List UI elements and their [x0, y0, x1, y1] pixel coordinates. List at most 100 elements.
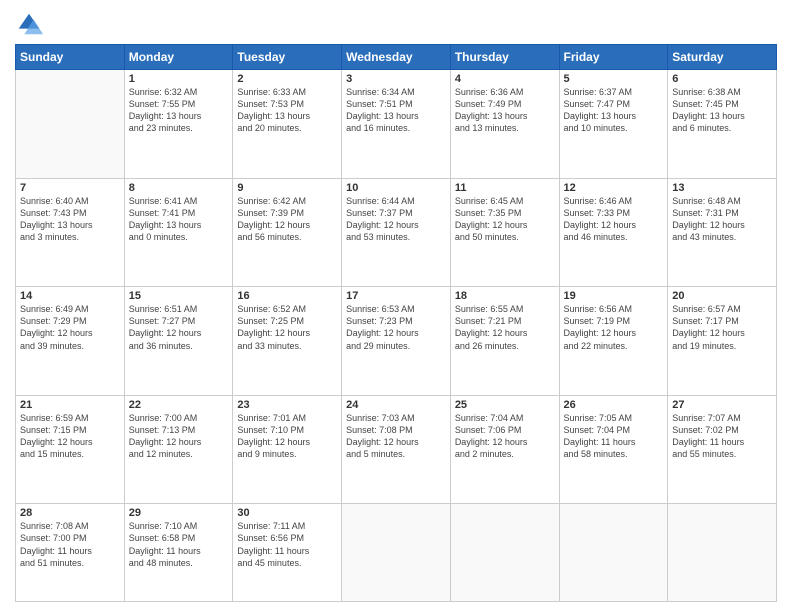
- calendar-cell: 7Sunrise: 6:40 AM Sunset: 7:43 PM Daylig…: [16, 178, 125, 287]
- page: SundayMondayTuesdayWednesdayThursdayFrid…: [0, 0, 792, 612]
- day-info: Sunrise: 6:42 AM Sunset: 7:39 PM Dayligh…: [237, 195, 337, 244]
- day-number: 21: [20, 399, 120, 411]
- calendar-cell: 3Sunrise: 6:34 AM Sunset: 7:51 PM Daylig…: [342, 70, 451, 179]
- calendar-cell: 18Sunrise: 6:55 AM Sunset: 7:21 PM Dayli…: [450, 287, 559, 396]
- calendar-cell: 21Sunrise: 6:59 AM Sunset: 7:15 PM Dayli…: [16, 395, 125, 504]
- day-number: 16: [237, 290, 337, 302]
- day-number: 27: [672, 399, 772, 411]
- calendar-cell: 23Sunrise: 7:01 AM Sunset: 7:10 PM Dayli…: [233, 395, 342, 504]
- header: [15, 10, 777, 38]
- weekday-header-wednesday: Wednesday: [342, 45, 451, 70]
- logo: [15, 10, 47, 38]
- day-number: 23: [237, 399, 337, 411]
- calendar-cell: 22Sunrise: 7:00 AM Sunset: 7:13 PM Dayli…: [124, 395, 233, 504]
- day-number: 29: [129, 507, 229, 519]
- calendar-cell: 30Sunrise: 7:11 AM Sunset: 6:56 PM Dayli…: [233, 504, 342, 602]
- day-info: Sunrise: 7:04 AM Sunset: 7:06 PM Dayligh…: [455, 412, 555, 461]
- day-number: 20: [672, 290, 772, 302]
- day-info: Sunrise: 7:01 AM Sunset: 7:10 PM Dayligh…: [237, 412, 337, 461]
- calendar-cell: 6Sunrise: 6:38 AM Sunset: 7:45 PM Daylig…: [668, 70, 777, 179]
- calendar-cell: 28Sunrise: 7:08 AM Sunset: 7:00 PM Dayli…: [16, 504, 125, 602]
- week-row-1: 7Sunrise: 6:40 AM Sunset: 7:43 PM Daylig…: [16, 178, 777, 287]
- calendar-cell: 12Sunrise: 6:46 AM Sunset: 7:33 PM Dayli…: [559, 178, 668, 287]
- week-row-0: 1Sunrise: 6:32 AM Sunset: 7:55 PM Daylig…: [16, 70, 777, 179]
- day-info: Sunrise: 6:41 AM Sunset: 7:41 PM Dayligh…: [129, 195, 229, 244]
- day-info: Sunrise: 6:32 AM Sunset: 7:55 PM Dayligh…: [129, 86, 229, 135]
- day-info: Sunrise: 6:33 AM Sunset: 7:53 PM Dayligh…: [237, 86, 337, 135]
- day-info: Sunrise: 6:55 AM Sunset: 7:21 PM Dayligh…: [455, 303, 555, 352]
- day-number: 15: [129, 290, 229, 302]
- day-info: Sunrise: 6:49 AM Sunset: 7:29 PM Dayligh…: [20, 303, 120, 352]
- day-info: Sunrise: 6:53 AM Sunset: 7:23 PM Dayligh…: [346, 303, 446, 352]
- calendar-cell: 24Sunrise: 7:03 AM Sunset: 7:08 PM Dayli…: [342, 395, 451, 504]
- calendar-cell: 8Sunrise: 6:41 AM Sunset: 7:41 PM Daylig…: [124, 178, 233, 287]
- weekday-header-monday: Monday: [124, 45, 233, 70]
- calendar-cell: 9Sunrise: 6:42 AM Sunset: 7:39 PM Daylig…: [233, 178, 342, 287]
- calendar-cell: 14Sunrise: 6:49 AM Sunset: 7:29 PM Dayli…: [16, 287, 125, 396]
- logo-icon: [15, 10, 43, 38]
- calendar-cell: 11Sunrise: 6:45 AM Sunset: 7:35 PM Dayli…: [450, 178, 559, 287]
- calendar-cell: 19Sunrise: 6:56 AM Sunset: 7:19 PM Dayli…: [559, 287, 668, 396]
- day-info: Sunrise: 7:07 AM Sunset: 7:02 PM Dayligh…: [672, 412, 772, 461]
- day-info: Sunrise: 6:34 AM Sunset: 7:51 PM Dayligh…: [346, 86, 446, 135]
- day-number: 30: [237, 507, 337, 519]
- day-number: 18: [455, 290, 555, 302]
- calendar-cell: 27Sunrise: 7:07 AM Sunset: 7:02 PM Dayli…: [668, 395, 777, 504]
- day-info: Sunrise: 7:05 AM Sunset: 7:04 PM Dayligh…: [564, 412, 664, 461]
- calendar-cell: [450, 504, 559, 602]
- day-info: Sunrise: 6:51 AM Sunset: 7:27 PM Dayligh…: [129, 303, 229, 352]
- week-row-2: 14Sunrise: 6:49 AM Sunset: 7:29 PM Dayli…: [16, 287, 777, 396]
- day-number: 17: [346, 290, 446, 302]
- day-info: Sunrise: 7:10 AM Sunset: 6:58 PM Dayligh…: [129, 520, 229, 569]
- calendar-table: SundayMondayTuesdayWednesdayThursdayFrid…: [15, 44, 777, 602]
- day-number: 9: [237, 182, 337, 194]
- calendar-cell: 29Sunrise: 7:10 AM Sunset: 6:58 PM Dayli…: [124, 504, 233, 602]
- day-number: 10: [346, 182, 446, 194]
- day-number: 26: [564, 399, 664, 411]
- day-info: Sunrise: 6:59 AM Sunset: 7:15 PM Dayligh…: [20, 412, 120, 461]
- calendar-cell: 2Sunrise: 6:33 AM Sunset: 7:53 PM Daylig…: [233, 70, 342, 179]
- week-row-4: 28Sunrise: 7:08 AM Sunset: 7:00 PM Dayli…: [16, 504, 777, 602]
- week-row-3: 21Sunrise: 6:59 AM Sunset: 7:15 PM Dayli…: [16, 395, 777, 504]
- weekday-header-thursday: Thursday: [450, 45, 559, 70]
- day-info: Sunrise: 6:56 AM Sunset: 7:19 PM Dayligh…: [564, 303, 664, 352]
- calendar-cell: [16, 70, 125, 179]
- day-info: Sunrise: 6:46 AM Sunset: 7:33 PM Dayligh…: [564, 195, 664, 244]
- day-number: 4: [455, 73, 555, 85]
- day-number: 24: [346, 399, 446, 411]
- calendar-cell: 13Sunrise: 6:48 AM Sunset: 7:31 PM Dayli…: [668, 178, 777, 287]
- day-number: 11: [455, 182, 555, 194]
- day-number: 25: [455, 399, 555, 411]
- calendar-cell: 1Sunrise: 6:32 AM Sunset: 7:55 PM Daylig…: [124, 70, 233, 179]
- day-number: 6: [672, 73, 772, 85]
- day-number: 19: [564, 290, 664, 302]
- day-number: 3: [346, 73, 446, 85]
- day-number: 8: [129, 182, 229, 194]
- day-number: 22: [129, 399, 229, 411]
- day-number: 1: [129, 73, 229, 85]
- day-info: Sunrise: 6:44 AM Sunset: 7:37 PM Dayligh…: [346, 195, 446, 244]
- calendar-cell: 5Sunrise: 6:37 AM Sunset: 7:47 PM Daylig…: [559, 70, 668, 179]
- day-info: Sunrise: 7:11 AM Sunset: 6:56 PM Dayligh…: [237, 520, 337, 569]
- calendar-cell: 25Sunrise: 7:04 AM Sunset: 7:06 PM Dayli…: [450, 395, 559, 504]
- day-info: Sunrise: 6:36 AM Sunset: 7:49 PM Dayligh…: [455, 86, 555, 135]
- day-number: 5: [564, 73, 664, 85]
- day-info: Sunrise: 7:08 AM Sunset: 7:00 PM Dayligh…: [20, 520, 120, 569]
- weekday-header-row: SundayMondayTuesdayWednesdayThursdayFrid…: [16, 45, 777, 70]
- day-info: Sunrise: 6:37 AM Sunset: 7:47 PM Dayligh…: [564, 86, 664, 135]
- day-info: Sunrise: 6:57 AM Sunset: 7:17 PM Dayligh…: [672, 303, 772, 352]
- day-info: Sunrise: 6:45 AM Sunset: 7:35 PM Dayligh…: [455, 195, 555, 244]
- weekday-header-friday: Friday: [559, 45, 668, 70]
- calendar-cell: 15Sunrise: 6:51 AM Sunset: 7:27 PM Dayli…: [124, 287, 233, 396]
- day-number: 2: [237, 73, 337, 85]
- calendar-cell: 10Sunrise: 6:44 AM Sunset: 7:37 PM Dayli…: [342, 178, 451, 287]
- calendar-cell: [559, 504, 668, 602]
- day-number: 7: [20, 182, 120, 194]
- calendar-cell: 20Sunrise: 6:57 AM Sunset: 7:17 PM Dayli…: [668, 287, 777, 396]
- calendar-cell: 16Sunrise: 6:52 AM Sunset: 7:25 PM Dayli…: [233, 287, 342, 396]
- calendar-cell: 4Sunrise: 6:36 AM Sunset: 7:49 PM Daylig…: [450, 70, 559, 179]
- weekday-header-saturday: Saturday: [668, 45, 777, 70]
- day-number: 13: [672, 182, 772, 194]
- day-info: Sunrise: 6:40 AM Sunset: 7:43 PM Dayligh…: [20, 195, 120, 244]
- day-number: 28: [20, 507, 120, 519]
